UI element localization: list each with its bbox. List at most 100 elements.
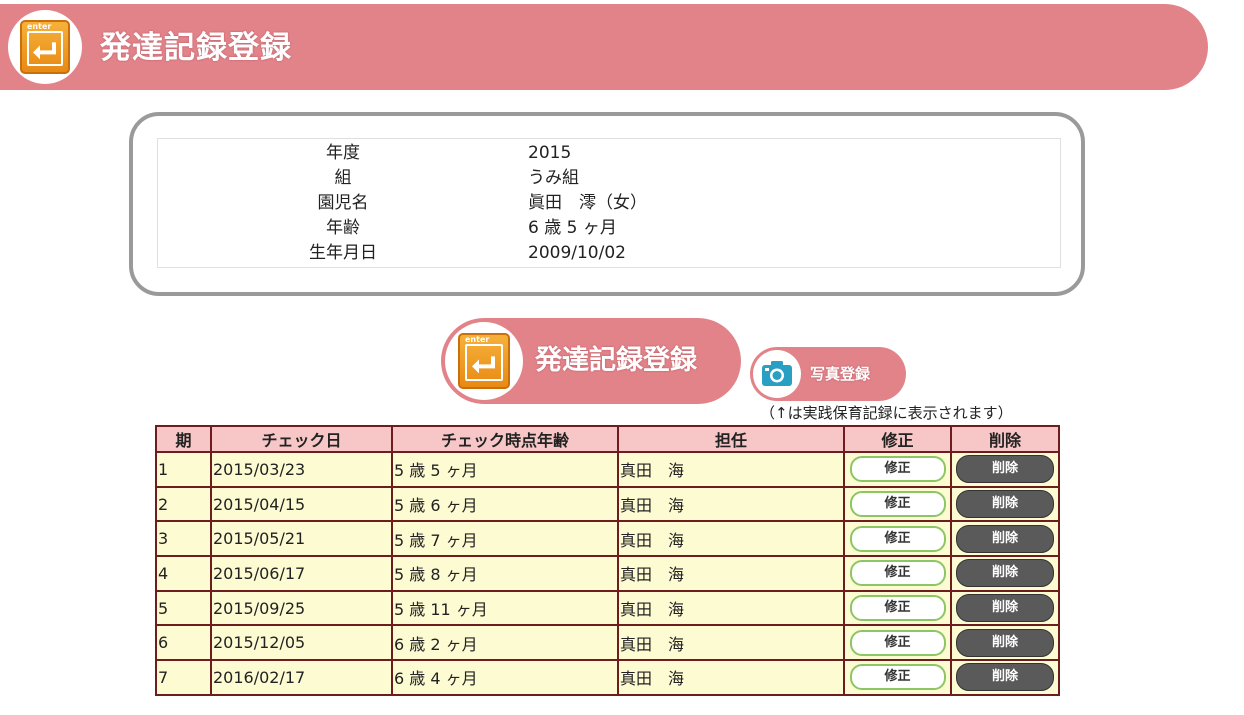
cell-period: 3 [155, 520, 212, 558]
table-row: 3 2015/05/21 5 歳 7 ヶ月 真田 海 修正 削除 [155, 520, 1060, 558]
register-button-label: 発達記録登録 [535, 345, 697, 376]
photo-register-button[interactable]: 写真登録 [750, 347, 906, 401]
enter-key-word: enter [465, 335, 490, 344]
edit-button[interactable]: 修正 [849, 491, 946, 518]
header-delete: 削除 [950, 425, 1060, 453]
info-label: 組 [334, 168, 352, 188]
edit-button[interactable]: 修正 [849, 560, 946, 587]
register-icon-circle: enter [445, 322, 523, 400]
edit-button[interactable]: 修正 [849, 595, 946, 622]
cell-date: 2015/05/21 [210, 520, 393, 558]
cell-edit: 修正 [843, 624, 952, 662]
header-banner: enter 発達記録登録 [0, 4, 1208, 90]
delete-button[interactable]: 削除 [956, 490, 1054, 519]
info-row-class: 組 うみ組 [158, 166, 1060, 191]
table-row: 4 2015/06/17 5 歳 8 ヶ月 真田 海 修正 削除 [155, 555, 1060, 592]
edit-button[interactable]: 修正 [849, 525, 946, 552]
cell-teacher: 真田 海 [617, 520, 845, 558]
table-row: 1 2015/03/23 5 歳 5 ヶ月 真田 海 修正 削除 [155, 451, 1060, 488]
cell-date: 2015/09/25 [210, 589, 393, 627]
enter-key-icon: enter [20, 20, 70, 74]
cell-delete: 削除 [950, 451, 1060, 488]
records-table: 期 チェック日 チェック時点年齢 担任 修正 削除 1 2015/03/23 5… [155, 425, 1060, 696]
cell-age: 6 歳 4 ヶ月 [391, 659, 619, 696]
register-development-record-button[interactable]: enter 発達記録登録 [441, 318, 741, 404]
cell-delete: 削除 [950, 520, 1060, 558]
edit-button[interactable]: 修正 [849, 664, 946, 691]
edit-button[interactable]: 修正 [849, 456, 946, 483]
cell-date: 2016/02/17 [210, 659, 393, 696]
cell-period: 1 [155, 451, 212, 488]
cell-period: 4 [155, 555, 212, 592]
photo-icon-circle [753, 350, 801, 398]
info-row-child-name: 園児名 眞田 澪（女） [158, 191, 1060, 216]
cell-date: 2015/12/05 [210, 624, 393, 662]
cell-edit: 修正 [843, 520, 952, 558]
cell-period: 5 [155, 589, 212, 627]
info-value: うみ組 [528, 168, 579, 188]
info-label: 年齢 [326, 218, 360, 238]
cell-edit: 修正 [843, 659, 952, 696]
header-edit: 修正 [843, 425, 952, 453]
info-value: 2009/10/02 [528, 243, 626, 263]
enter-key-icon: enter [458, 333, 510, 389]
cell-date: 2015/06/17 [210, 555, 393, 592]
delete-button[interactable]: 削除 [956, 559, 1054, 588]
header-icon-circle: enter [8, 10, 82, 84]
cell-delete: 削除 [950, 589, 1060, 627]
header-check-age: チェック時点年齢 [391, 425, 619, 453]
table-row: 7 2016/02/17 6 歳 4 ヶ月 真田 海 修正 削除 [155, 659, 1060, 696]
cell-age: 6 歳 2 ヶ月 [391, 624, 619, 662]
cell-age: 5 歳 11 ヶ月 [391, 589, 619, 627]
table-header-row: 期 チェック日 チェック時点年齢 担任 修正 削除 [155, 425, 1060, 453]
info-value: 2015 [528, 143, 572, 163]
cell-teacher: 真田 海 [617, 451, 845, 488]
table-row: 5 2015/09/25 5 歳 11 ヶ月 真田 海 修正 削除 [155, 589, 1060, 627]
cell-age: 5 歳 7 ヶ月 [391, 520, 619, 558]
photo-note: （↑は実践保育記録に表示されます） [760, 404, 1013, 422]
edit-button[interactable]: 修正 [849, 629, 946, 656]
cell-delete: 削除 [950, 485, 1060, 523]
cell-teacher: 真田 海 [617, 589, 845, 627]
delete-button[interactable]: 削除 [956, 594, 1054, 623]
info-row-age: 年齢 6 歳 5 ヶ月 [158, 216, 1060, 241]
delete-button[interactable]: 削除 [956, 628, 1054, 657]
cell-edit: 修正 [843, 589, 952, 627]
info-value: 6 歳 5 ヶ月 [528, 218, 617, 238]
cell-delete: 削除 [950, 659, 1060, 696]
info-label: 生年月日 [309, 243, 377, 263]
cell-age: 5 歳 5 ヶ月 [391, 451, 619, 488]
info-label: 園児名 [317, 193, 369, 213]
cell-period: 2 [155, 485, 212, 523]
table-row: 2 2015/04/15 5 歳 6 ヶ月 真田 海 修正 削除 [155, 485, 1060, 523]
photo-button-label: 写真登録 [810, 365, 871, 383]
cell-date: 2015/03/23 [210, 451, 393, 488]
camera-icon [762, 361, 792, 386]
cell-teacher: 真田 海 [617, 659, 845, 696]
page-title: 発達記録登録 [100, 30, 292, 66]
delete-button[interactable]: 削除 [956, 524, 1054, 553]
delete-button[interactable]: 削除 [956, 455, 1054, 484]
child-info-panel: 年度 2015 組 うみ組 園児名 眞田 澪（女） 年齢 6 歳 5 ヶ月 生年… [129, 112, 1085, 296]
enter-key-word: enter [27, 22, 52, 31]
cell-period: 6 [155, 624, 212, 662]
cell-date: 2015/04/15 [210, 485, 393, 523]
cell-teacher: 真田 海 [617, 624, 845, 662]
cell-edit: 修正 [843, 555, 952, 592]
cell-period: 7 [155, 659, 212, 696]
info-label: 年度 [326, 143, 360, 163]
header-check-date: チェック日 [210, 425, 393, 453]
child-info-table: 年度 2015 組 うみ組 園児名 眞田 澪（女） 年齢 6 歳 5 ヶ月 生年… [157, 138, 1061, 268]
cell-teacher: 真田 海 [617, 555, 845, 592]
table-row: 6 2015/12/05 6 歳 2 ヶ月 真田 海 修正 削除 [155, 624, 1060, 662]
info-row-year: 年度 2015 [158, 141, 1060, 166]
cell-teacher: 真田 海 [617, 485, 845, 523]
cell-edit: 修正 [843, 485, 952, 523]
cell-delete: 削除 [950, 555, 1060, 592]
info-value: 眞田 澪（女） [528, 193, 647, 213]
info-row-birthdate: 生年月日 2009/10/02 [158, 241, 1060, 266]
cell-edit: 修正 [843, 451, 952, 488]
cell-delete: 削除 [950, 624, 1060, 662]
cell-age: 5 歳 8 ヶ月 [391, 555, 619, 592]
delete-button[interactable]: 削除 [956, 663, 1054, 692]
